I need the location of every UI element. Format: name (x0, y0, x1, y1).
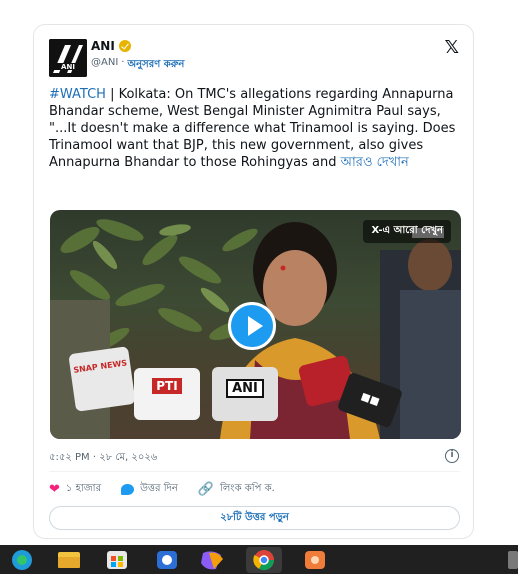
reply-label: উত্তর দিন (140, 483, 178, 494)
hashtag-link[interactable]: #WATCH (49, 87, 106, 102)
taskbar (0, 545, 518, 574)
show-more-link[interactable]: আরও দেখান (341, 155, 409, 170)
tweet-embed-card: ANI ANI @ANI · অনুসরণ করুন 𝕏 #WATCH | Ko… (33, 24, 474, 539)
heart-icon: ❤ (49, 482, 60, 497)
edge-icon (12, 550, 32, 570)
reply-action[interactable]: উত্তর দিন (121, 481, 178, 498)
copy-link-label: লিংক কপি ক. (219, 483, 275, 494)
reply-bubble-icon (121, 484, 135, 495)
chrome-icon (246, 547, 282, 573)
system-tray-edge (508, 551, 518, 569)
separator-dot: · (121, 57, 125, 68)
svg-text:ANI: ANI (61, 63, 75, 71)
snap-news-microphone: SNAP NEWS (68, 346, 136, 412)
app-icon (157, 551, 177, 569)
file-explorer-icon (58, 552, 80, 568)
like-action[interactable]: ❤ ১ হাজার (49, 481, 101, 498)
handle-row: @ANI · অনুসরণ করুন (91, 57, 184, 74)
follow-button[interactable]: অনুসরণ করুন (127, 57, 184, 74)
divider (49, 471, 460, 472)
x-logo-icon[interactable]: 𝕏 (444, 37, 459, 58)
copilot-icon (201, 551, 223, 570)
pti-microphone: PTI (134, 368, 200, 420)
play-icon[interactable] (228, 302, 276, 350)
author-row: ANI (91, 39, 131, 53)
taskbar-icons (12, 547, 518, 573)
pti-mic-label: PTI (152, 378, 182, 394)
copy-link-action[interactable]: 🔗 লিংক কপি ক. (198, 481, 275, 498)
photo-app-icon (305, 551, 325, 569)
author-name[interactable]: ANI (91, 39, 115, 53)
view-on-x-label[interactable]: X-এ আরো দেখুন (363, 220, 451, 243)
video-player[interactable]: X-এ আরো দেখুন SNAP NEWS PTI ANI ■■ (50, 210, 461, 439)
ani-mic-label: ANI (226, 379, 264, 398)
ani-microphone: ANI (212, 367, 278, 421)
read-replies-button[interactable]: ২৮টি উত্তর পড়ুন (49, 506, 460, 530)
tweet-timestamp[interactable]: ৫:৫২ PM · ২৮ মে, ২০২৬ (49, 450, 157, 467)
author-handle[interactable]: @ANI (91, 57, 118, 74)
ani-avatar[interactable]: ANI (49, 39, 87, 77)
tweet-text: #WATCH | Kolkata: On TMC's allegations r… (49, 86, 461, 171)
like-count: ১ হাজার (65, 483, 102, 494)
ani-logo-icon: ANI (49, 39, 87, 77)
info-icon[interactable]: i (445, 449, 459, 463)
action-bar: ❤ ১ হাজার উত্তর দিন 🔗 লিংক কপি ক. (49, 481, 275, 498)
store-icon (107, 551, 127, 569)
link-icon: 🔗 (197, 482, 214, 497)
verified-badge-icon (118, 40, 131, 52)
